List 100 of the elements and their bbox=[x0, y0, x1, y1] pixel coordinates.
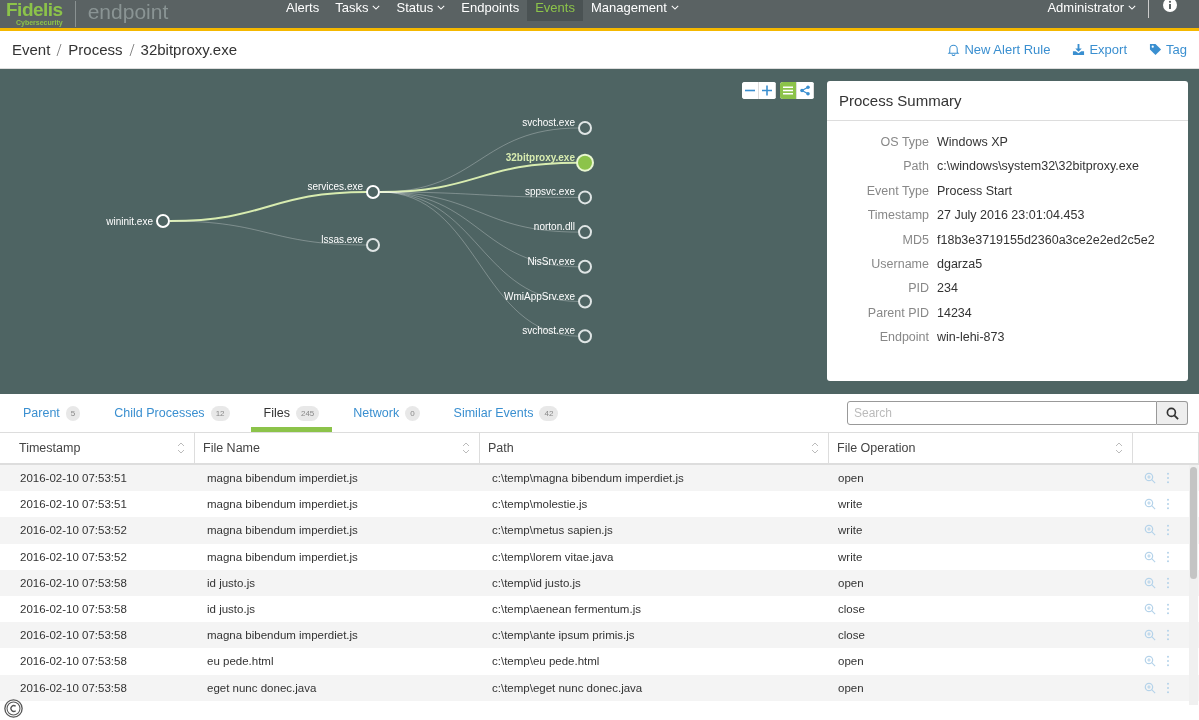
info-icon[interactable] bbox=[1163, 0, 1177, 12]
breadcrumb-item[interactable]: Event bbox=[12, 41, 51, 58]
count-badge: 12 bbox=[210, 405, 230, 421]
more-icon[interactable] bbox=[1166, 472, 1170, 485]
action-link[interactable]: Tag bbox=[1149, 42, 1187, 57]
more-icon[interactable] bbox=[1166, 576, 1170, 589]
search-button[interactable] bbox=[1157, 401, 1188, 425]
column-header[interactable]: File Name bbox=[195, 433, 480, 463]
user-menu[interactable]: Administrator bbox=[1039, 0, 1149, 18]
table-cell-text: write bbox=[837, 498, 864, 511]
nav-item[interactable]: Alerts bbox=[278, 0, 328, 21]
table-cell-text: open bbox=[837, 576, 865, 589]
graph-node[interactable] bbox=[578, 329, 592, 344]
table-cell-text: 2016-02-10 07:53:51 bbox=[19, 498, 128, 511]
graph-node[interactable] bbox=[578, 121, 592, 135]
field-label: Timestamp bbox=[866, 207, 929, 224]
graph-node[interactable] bbox=[578, 225, 592, 240]
nav-item[interactable]: Tasks bbox=[327, 0, 389, 21]
separator-icon bbox=[56, 42, 63, 57]
count-badge: 42 bbox=[539, 405, 559, 421]
zoom-icon[interactable] bbox=[1144, 472, 1156, 485]
table-cell-text: close bbox=[837, 603, 866, 616]
graph-node[interactable] bbox=[578, 294, 592, 309]
bell-icon bbox=[947, 43, 961, 56]
list-icon bbox=[783, 85, 793, 96]
more-icon[interactable] bbox=[1166, 655, 1170, 668]
tab[interactable]: Parent 5 bbox=[10, 394, 94, 432]
tab[interactable]: Network 0 bbox=[340, 394, 433, 432]
zoom-icon[interactable] bbox=[1144, 576, 1156, 589]
node-label: svchost.exe bbox=[522, 325, 575, 337]
tab[interactable]: Similar Events 42 bbox=[440, 394, 572, 432]
more-icon[interactable] bbox=[1166, 603, 1170, 616]
graph-node[interactable] bbox=[366, 238, 380, 252]
node-label: services.exe bbox=[307, 181, 363, 192]
more-icon[interactable] bbox=[1166, 629, 1170, 642]
nav-item[interactable]: Endpoints bbox=[453, 0, 528, 21]
field-label: Path bbox=[902, 158, 929, 175]
table-cell-text: c:\temp\id justo.js bbox=[491, 576, 582, 589]
table-cell-text: c:\temp\molestie.js bbox=[491, 498, 589, 511]
sort-icon bbox=[811, 441, 819, 455]
zoom-icon[interactable] bbox=[1144, 550, 1156, 563]
field-label: Event Type bbox=[865, 182, 929, 200]
search-field[interactable]: Search bbox=[847, 401, 1157, 425]
breadcrumb-item: 32bitproxy.exe bbox=[140, 41, 237, 58]
node-label: norton.dll bbox=[533, 221, 575, 233]
field-value: win-lehi-873 bbox=[937, 329, 1006, 346]
action-link[interactable]: New Alert Rule bbox=[947, 42, 1051, 57]
tab[interactable]: Child Processes 12 bbox=[101, 394, 243, 432]
plus-icon bbox=[762, 85, 772, 96]
table-cell-text: id justo.js bbox=[206, 603, 256, 616]
table-cell-text: write bbox=[837, 550, 864, 563]
download-icon bbox=[1072, 43, 1086, 56]
copyright-icon[interactable] bbox=[4, 699, 23, 718]
zoom-icon[interactable] bbox=[1144, 603, 1156, 616]
table-cell-text: magna bibendum imperdiet.js bbox=[206, 629, 359, 642]
more-icon[interactable] bbox=[1166, 550, 1170, 563]
sort-icon bbox=[177, 441, 185, 455]
sort-icon bbox=[462, 441, 470, 455]
zoom-icon[interactable] bbox=[1144, 524, 1156, 537]
logo-name: Fidelis bbox=[6, 1, 63, 19]
count-badge: 245 bbox=[295, 405, 320, 421]
count-badge: 5 bbox=[65, 405, 81, 421]
table-cell-text: 2016-02-10 07:53:58 bbox=[19, 603, 128, 616]
nav-item[interactable]: Events bbox=[527, 0, 583, 21]
nav-item[interactable]: Status bbox=[388, 0, 454, 21]
graph-node[interactable] bbox=[578, 259, 592, 274]
zoom-icon[interactable] bbox=[1144, 655, 1156, 668]
zoom-out-button[interactable] bbox=[742, 82, 759, 99]
tab[interactable]: Files 245 bbox=[250, 394, 333, 432]
more-icon[interactable] bbox=[1166, 681, 1170, 694]
table-cell-text: 2016-02-10 07:53:58 bbox=[19, 576, 128, 589]
node-label: sppsvc.exe bbox=[524, 186, 575, 198]
graph-view-button[interactable] bbox=[797, 82, 814, 99]
table-cell-text: c:\temp\lorem vitae.java bbox=[491, 550, 615, 563]
zoom-icon[interactable] bbox=[1144, 629, 1156, 642]
more-icon[interactable] bbox=[1166, 498, 1170, 511]
list-view-button[interactable] bbox=[780, 82, 797, 99]
graph-node[interactable] bbox=[576, 153, 594, 172]
table-cell-text: c:\temp\metus sapien.js bbox=[491, 524, 614, 537]
zoom-icon[interactable] bbox=[1144, 498, 1156, 511]
table-cell-text: c:\temp\magna bibendum imperdiet.js bbox=[491, 472, 685, 485]
field-value: 14234 bbox=[937, 304, 973, 322]
node-label: 32bitproxy.exe bbox=[505, 151, 575, 163]
nav-item[interactable]: Management bbox=[582, 0, 687, 21]
table-cell-text: c:\temp\ante ipsum primis.js bbox=[491, 629, 636, 642]
zoom-icon[interactable] bbox=[1144, 681, 1156, 694]
table-cell-text: write bbox=[837, 524, 864, 537]
table-cell-text: 2016-02-10 07:53:52 bbox=[19, 550, 128, 563]
more-icon[interactable] bbox=[1166, 524, 1170, 537]
graph-node[interactable] bbox=[578, 190, 592, 205]
chevron-icon bbox=[1128, 4, 1136, 10]
column-header[interactable]: Timestamp bbox=[0, 433, 195, 463]
breadcrumb-item[interactable]: Process bbox=[68, 41, 123, 58]
tag-icon bbox=[1149, 43, 1163, 56]
zoom-in-button[interactable] bbox=[759, 82, 776, 99]
column-header[interactable]: File Operation bbox=[829, 433, 1133, 463]
scrollbar[interactable] bbox=[1189, 465, 1198, 705]
action-link[interactable]: Export bbox=[1072, 42, 1128, 57]
column-header[interactable]: Path bbox=[480, 433, 829, 463]
field-value: c:\windows\system32\32bitproxy.exe bbox=[937, 158, 1140, 175]
